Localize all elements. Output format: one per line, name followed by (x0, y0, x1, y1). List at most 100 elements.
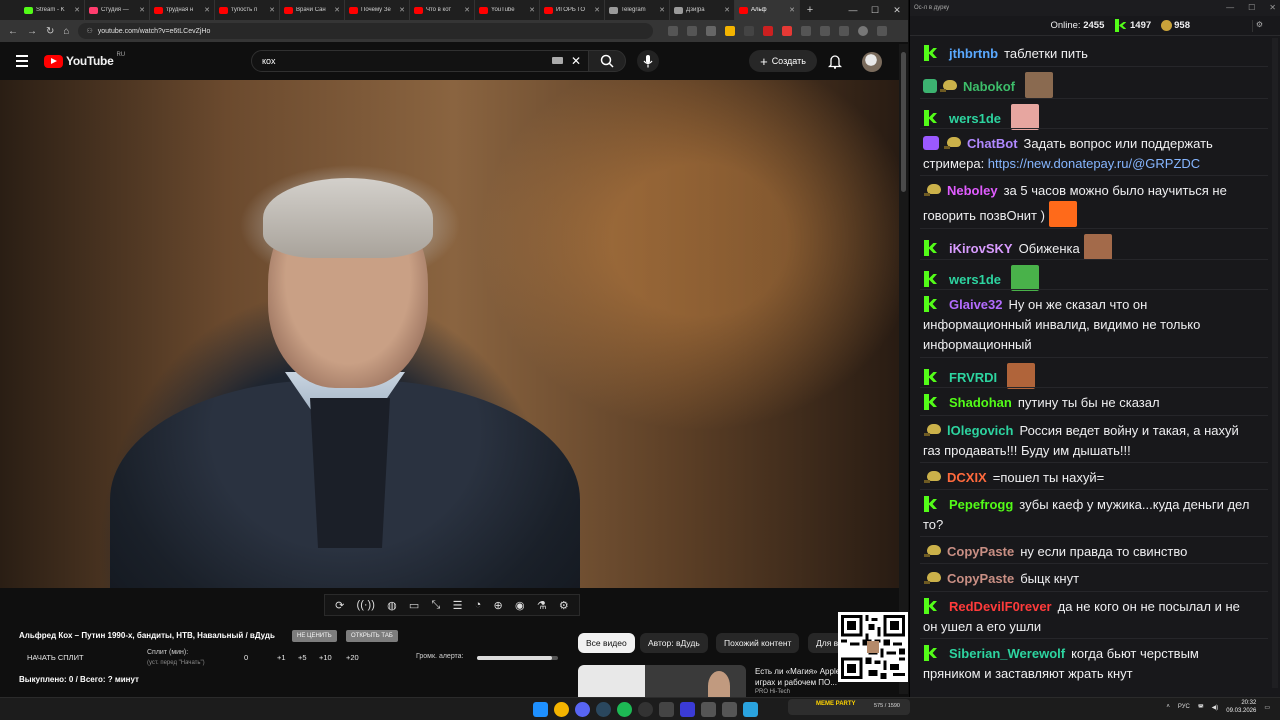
chat-username[interactable]: wers1de (949, 111, 1001, 126)
puzzle-icon[interactable] (801, 26, 812, 36)
browser-tab[interactable]: Врачи Сан ✕ (280, 0, 345, 20)
close-icon[interactable]: ✕ (886, 0, 908, 20)
chat-username[interactable]: jthbrtnb (949, 46, 998, 61)
chip-related[interactable]: Похожий контент (716, 633, 800, 653)
maximize-icon[interactable]: ☐ (864, 0, 886, 20)
start-windows-icon[interactable] (533, 702, 548, 717)
search-input[interactable]: кох ✕ (251, 50, 590, 72)
app-icon[interactable] (701, 702, 716, 717)
tab-close-icon[interactable]: ✕ (139, 6, 145, 14)
chat-username[interactable]: CopyPaste (947, 571, 1014, 586)
account-avatar[interactable] (862, 52, 882, 72)
video-tool-icon[interactable]: ◍ (387, 599, 397, 612)
tab-close-icon[interactable]: ✕ (789, 6, 795, 14)
page-scrollbar[interactable] (899, 44, 908, 694)
alert-volume-slider[interactable] (477, 656, 558, 660)
forward-icon[interactable]: → (27, 26, 37, 37)
tab-close-icon[interactable]: ✕ (74, 6, 80, 14)
tray-chevron-icon[interactable]: ˄ (1166, 704, 1170, 710)
tab-close-icon[interactable]: ✕ (399, 6, 405, 14)
browser-tab[interactable]: ИГОРЬ ГО ✕ (540, 0, 605, 20)
chrome-icon[interactable] (554, 702, 569, 717)
home-icon[interactable]: ⌂ (63, 26, 69, 37)
site-info-icon[interactable]: ⚇ (86, 27, 92, 35)
download-icon[interactable] (820, 26, 831, 36)
chat-username[interactable]: DCXIX (947, 470, 987, 485)
tab-close-icon[interactable]: ✕ (204, 6, 210, 14)
minimize-icon[interactable]: — (1226, 0, 1234, 16)
notifications-bell-icon[interactable] (827, 54, 843, 74)
spotify-icon[interactable] (617, 702, 632, 717)
browser-tab[interactable]: YouTube ✕ (475, 0, 540, 20)
profile-icon[interactable] (858, 26, 869, 36)
chip-all-videos[interactable]: Все видео (578, 633, 635, 653)
chat-username[interactable]: Neboley (947, 183, 998, 198)
split-value-button[interactable]: +1 (277, 653, 286, 662)
notifications-icon[interactable]: ▭ (1264, 704, 1270, 711)
browser-tab[interactable]: Дзи|ра ✕ (670, 0, 735, 20)
discord-icon[interactable] (575, 702, 590, 717)
pill-button[interactable]: ОТКРЫТЬ ТАБ (346, 630, 398, 642)
browser-tab[interactable]: Telegram ✕ (605, 0, 670, 20)
settings-gear-icon[interactable]: ⚙ (1252, 20, 1266, 32)
menu-icon[interactable] (877, 26, 888, 36)
network-icon[interactable]: ◚ (1198, 704, 1204, 711)
start-split-button[interactable]: НАЧАТЬ СПЛИТ (27, 653, 84, 662)
chip-author[interactable]: Автор: вДудь (640, 633, 708, 653)
chat-username[interactable]: Siberian_Werewolf (949, 646, 1065, 661)
clear-search-icon[interactable]: ✕ (571, 54, 581, 68)
chat-username[interactable]: ChatBot (967, 136, 1018, 151)
menu-icon[interactable] (16, 55, 28, 70)
app-icon[interactable] (722, 702, 737, 717)
split-value-button[interactable]: +5 (298, 653, 307, 662)
telegram-icon[interactable] (743, 702, 758, 717)
browser-tab[interactable]: Stream - K ✕ (20, 0, 85, 20)
browser-tab[interactable]: тупость п ✕ (215, 0, 280, 20)
browser-tab[interactable]: трудная н ✕ (150, 0, 215, 20)
chat-username[interactable]: Nabokof (963, 79, 1015, 94)
video-tool-icon[interactable]: ⚙ (559, 599, 569, 612)
chat-username[interactable]: Glaive32 (949, 297, 1003, 312)
close-icon[interactable]: ✕ (1269, 0, 1276, 16)
sidebar-icon[interactable] (839, 26, 850, 36)
chat-username[interactable]: Shadohan (949, 395, 1012, 410)
browser-tab[interactable]: Студия — ✕ (85, 0, 150, 20)
meme-party-widget[interactable]: MEME PARTY 575 / 1590 (788, 699, 910, 715)
chat-username[interactable]: RedDevilF0rever (949, 599, 1052, 614)
browser-tab[interactable]: Почему Зе ✕ (345, 0, 410, 20)
video-tool-icon[interactable]: ⚗ (537, 599, 547, 612)
chat-scrollbar[interactable] (1272, 38, 1278, 688)
video-tool-icon[interactable]: ☰ (453, 599, 463, 612)
voice-search-button[interactable] (637, 50, 659, 72)
tab-close-icon[interactable]: ✕ (659, 6, 665, 14)
extension-icon[interactable] (763, 26, 774, 36)
tab-close-icon[interactable]: ✕ (269, 6, 275, 14)
language-indicator[interactable]: РУС (1178, 704, 1190, 710)
clock[interactable]: 20:32 09.03.2026 (1226, 699, 1256, 715)
minimize-icon[interactable]: — (842, 0, 864, 20)
volume-icon[interactable]: ◀) (1212, 704, 1219, 711)
create-button[interactable]: + Создать (749, 50, 817, 72)
extension-icon[interactable] (725, 26, 736, 36)
keyboard-icon[interactable] (552, 57, 563, 64)
reload-icon[interactable]: ↻ (46, 26, 54, 37)
browser-tab[interactable]: Альф ✕ (735, 0, 800, 20)
extension-icon[interactable] (782, 26, 793, 36)
recommended-video-thumbnail[interactable] (578, 665, 746, 697)
recommended-video-channel[interactable]: PRO Hi-Tech (755, 689, 790, 695)
search-button[interactable] (588, 50, 626, 72)
youtube-logo[interactable]: YouTube RU (44, 52, 125, 68)
pill-button[interactable]: НЕ ЦЕНИТЬ (292, 630, 337, 642)
chat-username[interactable]: lOlegovich (947, 423, 1013, 438)
steam-icon[interactable] (596, 702, 611, 717)
chat-username[interactable]: FRVRDI (949, 370, 997, 385)
url-field[interactable]: ⚇ youtube.com/watch?v=e6tLCevZjHo (78, 23, 654, 39)
chat-link[interactable]: https://new.donatepay.ru/@GRPZDC (988, 156, 1200, 171)
obs-icon[interactable] (638, 702, 653, 717)
split-value-button[interactable]: +10 (319, 653, 332, 662)
video-player[interactable] (0, 80, 908, 588)
chat-username[interactable]: wers1de (949, 272, 1001, 287)
tab-close-icon[interactable]: ✕ (594, 6, 600, 14)
split-value-button[interactable]: 0 (244, 653, 248, 662)
chat-username[interactable]: Pepefrogg (949, 497, 1013, 512)
